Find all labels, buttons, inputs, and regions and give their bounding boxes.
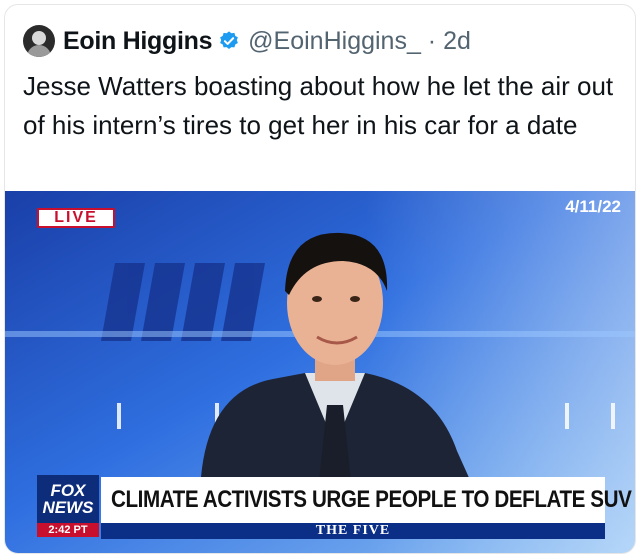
chyron-headline: CLIMATE ACTIVISTS URGE PEOPLE TO DEFLATE… [101,477,635,523]
avatar[interactable] [23,25,55,57]
author-name[interactable]: Eoin Higgins [63,27,212,56]
avatar-face [32,31,46,45]
verified-badge-icon [220,31,239,49]
show-name: THE FIVE [315,523,391,538]
logo-line2: NEWS [42,497,94,517]
tweet-header: Eoin Higgins @EoinHiggins_ · 2d [23,23,471,59]
live-badge: LIVE [37,208,115,228]
tweet-card[interactable]: Eoin Higgins @EoinHiggins_ · 2d Jesse Wa… [4,4,636,554]
broadcast-time: 2:42 PT [37,523,99,537]
broadcast-time-label: 2:42 PT [48,524,88,536]
author-handle-timestamp[interactable]: @EoinHiggins_ · 2d [248,27,471,56]
tweet-text: Jesse Watters boasting about how he let … [23,71,614,140]
show-name-bar: THE FIVE [101,523,605,539]
avatar-body [27,45,51,57]
chyron-headline-text: CLIMATE ACTIVISTS URGE PEOPLE TO DEFLATE… [111,486,635,513]
logo-line1: FOX [50,480,86,500]
broadcast-date: 4/11/22 [565,197,621,216]
live-label: LIVE [54,209,98,226]
fox-news-logo: FOX NEWS [37,475,99,523]
tweet-media-image[interactable]: LIVE 4/11/22 FOX NEWS 2:42 PT CLIMATE AC… [5,191,635,553]
